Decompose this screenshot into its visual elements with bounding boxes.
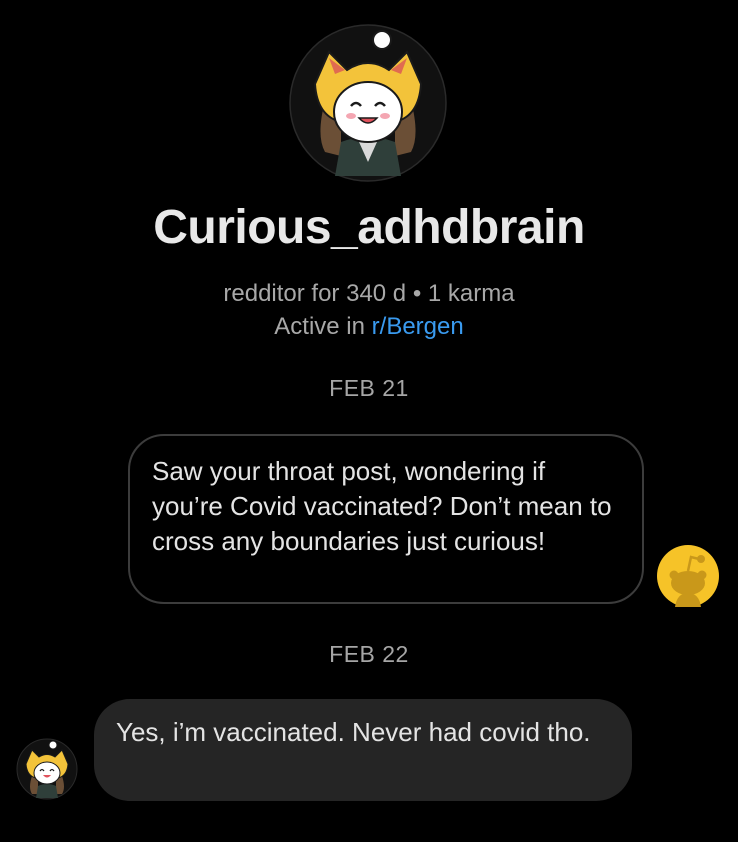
active-in-line: Active in r/Bergen <box>0 313 738 341</box>
username: Curious_adhdbrain <box>153 201 585 254</box>
snoo-shiba-avatar-icon[interactable] <box>16 738 78 800</box>
meta-separator: • <box>412 280 422 307</box>
community-link[interactable]: r/Bergen <box>372 313 464 340</box>
karma-count: 1 karma <box>427 280 515 307</box>
date-separator: FEB 22 <box>329 641 409 667</box>
profile-avatar-icon[interactable] <box>289 24 447 182</box>
default-snoo-avatar-icon[interactable] <box>657 545 719 607</box>
profile-meta: redditor for 340 d • 1 karma <box>0 280 738 308</box>
account-age: redditor for 340 d <box>223 280 407 307</box>
active-in-label: Active in <box>274 313 372 340</box>
incoming-message-bubble[interactable]: Yes, i’m vaccinated. Never had covid tho… <box>94 699 632 801</box>
outgoing-message-bubble[interactable]: Saw your throat post, wondering if you’r… <box>128 434 644 604</box>
date-separator: FEB 21 <box>329 375 409 401</box>
